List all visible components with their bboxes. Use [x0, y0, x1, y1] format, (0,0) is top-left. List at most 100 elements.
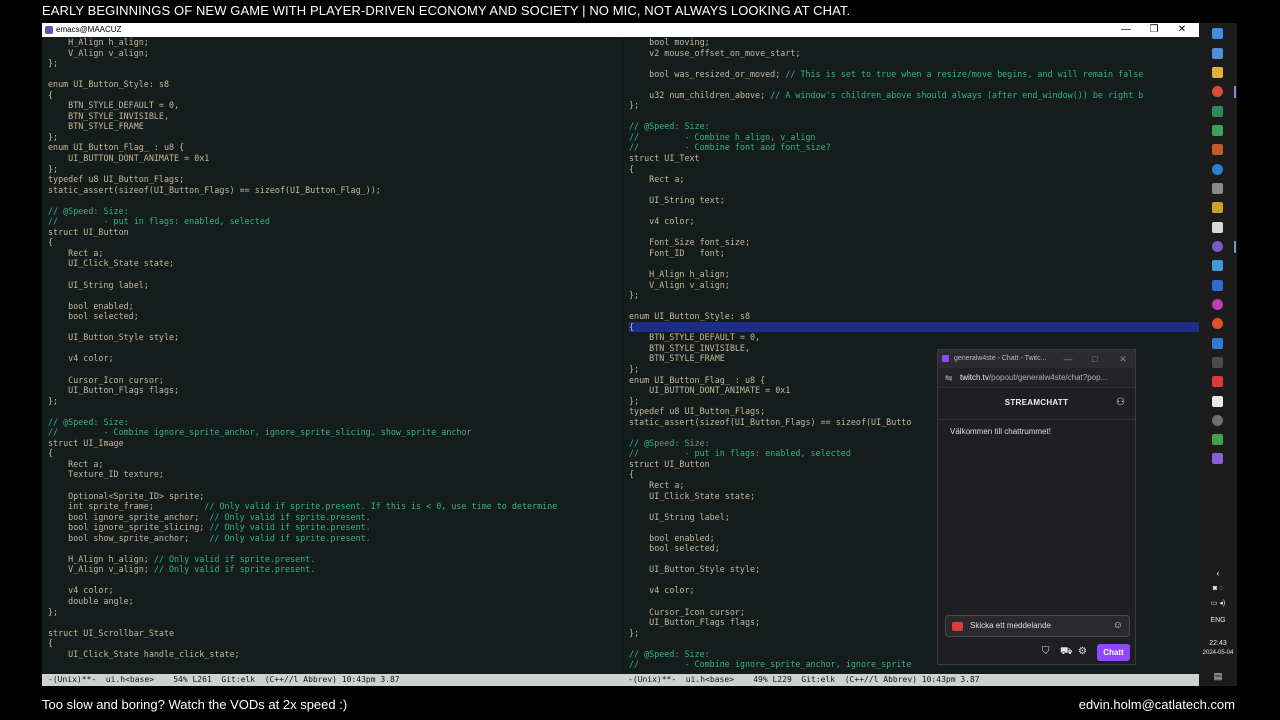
- app-icon[interactable]: [1212, 376, 1223, 387]
- editor-pane-left[interactable]: H_Align h_align; V_Align v_align;}; enum …: [42, 37, 622, 674]
- visual-studio-icon[interactable]: [1212, 453, 1223, 464]
- language-indicator[interactable]: ENG: [1199, 617, 1237, 624]
- browser-icon[interactable]: [1212, 48, 1223, 59]
- notification-icon[interactable]: ▤: [1199, 671, 1237, 682]
- volume-icon[interactable]: ▭ ◂): [1199, 599, 1237, 607]
- code-line[interactable]: BTN_STYLE_DEFAULT = 0,: [629, 332, 1199, 343]
- app-icon[interactable]: [1212, 318, 1223, 329]
- windows-logo-icon[interactable]: [1212, 28, 1223, 39]
- folder-icon[interactable]: [1212, 67, 1223, 78]
- site-settings-icon[interactable]: ⇋: [945, 368, 953, 388]
- chat-close-button[interactable]: ✕: [1113, 350, 1133, 368]
- code-buffer-left[interactable]: H_Align h_align; V_Align v_align;}; enum …: [42, 37, 622, 659]
- app-icon[interactable]: [1212, 415, 1223, 426]
- code-line[interactable]: static_assert(sizeof(UI_Button_Flags) ==…: [48, 185, 622, 196]
- code-line[interactable]: v4 color;: [48, 585, 622, 596]
- code-line[interactable]: BTN_STYLE_FRAME: [48, 121, 622, 132]
- code-line[interactable]: enum UI_Button_Style: s8: [48, 79, 622, 90]
- users-icon[interactable]: ⚇: [1116, 397, 1125, 408]
- gear-icon[interactable]: ⚙: [1078, 646, 1087, 657]
- clock-date[interactable]: 2024-05-04: [1199, 650, 1237, 656]
- code-line[interactable]: {: [48, 237, 622, 248]
- code-line[interactable]: H_Align h_align; // Only valid if sprite…: [48, 554, 622, 565]
- terminal-icon[interactable]: [1212, 106, 1223, 117]
- code-line[interactable]: [629, 79, 1199, 90]
- chat-send-button[interactable]: Chatt: [1097, 644, 1130, 661]
- code-line[interactable]: struct UI_Image: [48, 438, 622, 449]
- code-line[interactable]: // - Combine ignore_sprite_anchor, ignor…: [48, 427, 622, 438]
- code-line[interactable]: [48, 343, 622, 354]
- code-line[interactable]: [48, 364, 622, 375]
- code-line[interactable]: };: [48, 164, 622, 175]
- code-line[interactable]: };: [629, 100, 1199, 111]
- code-line[interactable]: [48, 617, 622, 628]
- code-line[interactable]: {: [48, 90, 622, 101]
- code-line[interactable]: // - Combine font and font_size?: [629, 142, 1199, 153]
- code-line[interactable]: Rect a;: [48, 459, 622, 470]
- app-icon[interactable]: [1212, 338, 1223, 349]
- code-line[interactable]: Font_Size font_size;: [629, 237, 1199, 248]
- code-line[interactable]: UI_String text;: [629, 195, 1199, 206]
- code-line[interactable]: {: [629, 164, 1199, 175]
- maximize-button[interactable]: ❐: [1143, 23, 1165, 37]
- code-line[interactable]: v2 mouse_offset_on_move_start;: [629, 48, 1199, 59]
- code-line[interactable]: [48, 543, 622, 554]
- code-line[interactable]: {: [48, 638, 622, 649]
- code-line[interactable]: UI_String label;: [48, 280, 622, 291]
- code-line[interactable]: // - put in flags: enabled, selected: [48, 216, 622, 227]
- code-line[interactable]: };: [48, 607, 622, 618]
- network-icon[interactable]: ◙ ◌: [1199, 585, 1237, 592]
- camera-icon[interactable]: [952, 622, 963, 631]
- code-line[interactable]: [48, 406, 622, 417]
- chat-maximize-button[interactable]: □: [1085, 350, 1105, 368]
- app-icon[interactable]: [1212, 144, 1223, 155]
- code-line[interactable]: // - Combine h_align, v_align: [629, 132, 1199, 143]
- app-icon[interactable]: [1212, 164, 1223, 175]
- emoji-icon[interactable]: ☺: [1113, 616, 1123, 636]
- app-icon[interactable]: [1212, 183, 1223, 194]
- code-line[interactable]: [629, 301, 1199, 312]
- code-line[interactable]: V_Align v_align;: [48, 48, 622, 59]
- code-line[interactable]: u32 num_children_above; // A window's ch…: [629, 90, 1199, 101]
- code-line[interactable]: UI_BUTTON_DONT_ANIMATE = 0x1: [48, 153, 622, 164]
- code-line[interactable]: [48, 69, 622, 80]
- cart-icon[interactable]: ⛟: [1060, 646, 1073, 659]
- code-line[interactable]: [48, 322, 622, 333]
- app-icon[interactable]: [1212, 280, 1223, 291]
- code-line[interactable]: V_Align v_align; // Only valid if sprite…: [48, 564, 622, 575]
- code-line[interactable]: enum UI_Button_Flag_ : u8 {: [48, 142, 622, 153]
- code-line[interactable]: Font_ID font;: [629, 248, 1199, 259]
- app-icon[interactable]: [1212, 299, 1223, 310]
- code-line[interactable]: v4 color;: [629, 216, 1199, 227]
- code-line[interactable]: };: [48, 58, 622, 69]
- code-line[interactable]: bool show_sprite_anchor; // Only valid i…: [48, 533, 622, 544]
- emacs-titlebar[interactable]: emacs@MAACUZ — ❐ ✕: [42, 23, 1199, 37]
- code-line[interactable]: struct UI_Button: [48, 227, 622, 238]
- code-line[interactable]: Optional<Sprite_ID> sprite;: [48, 491, 622, 502]
- emacs-icon[interactable]: [1212, 241, 1223, 252]
- clock-time[interactable]: 22:43: [1199, 640, 1237, 647]
- code-line[interactable]: double angle;: [48, 596, 622, 607]
- code-line[interactable]: {: [48, 448, 622, 459]
- code-line[interactable]: BTN_STYLE_INVISIBLE,: [48, 111, 622, 122]
- code-line[interactable]: enum UI_Button_Style: s8: [629, 311, 1199, 322]
- code-line[interactable]: [629, 227, 1199, 238]
- code-line[interactable]: struct UI_Scrollbar_State: [48, 628, 622, 639]
- code-line[interactable]: UI_Click_State state;: [48, 258, 622, 269]
- chat-titlebar[interactable]: generalw4ste - Chatt - Twitc... — □ ✕: [938, 350, 1135, 368]
- code-line[interactable]: bool ignore_sprite_anchor; // Only valid…: [48, 512, 622, 523]
- chevron-up-icon[interactable]: ‹: [1199, 568, 1237, 578]
- code-line[interactable]: V_Align v_align;: [629, 280, 1199, 291]
- app-icon[interactable]: [1212, 357, 1223, 368]
- code-line[interactable]: Rect a;: [629, 174, 1199, 185]
- modeline-right[interactable]: -(Unix)**- ui.h<base> 49% L229 Git:elk (…: [622, 674, 1199, 686]
- app-icon[interactable]: [1212, 222, 1223, 233]
- code-line[interactable]: bool was_resized_or_moved; // This is se…: [629, 69, 1199, 80]
- code-line[interactable]: [48, 269, 622, 280]
- code-line[interactable]: bool ignore_sprite_slicing; // Only vali…: [48, 522, 622, 533]
- code-line[interactable]: // @Speed: Size:: [48, 417, 622, 428]
- code-line[interactable]: [629, 58, 1199, 69]
- app-icon[interactable]: [1212, 396, 1223, 407]
- code-line[interactable]: UI_Button_Style style;: [48, 332, 622, 343]
- code-line[interactable]: H_Align h_align;: [629, 269, 1199, 280]
